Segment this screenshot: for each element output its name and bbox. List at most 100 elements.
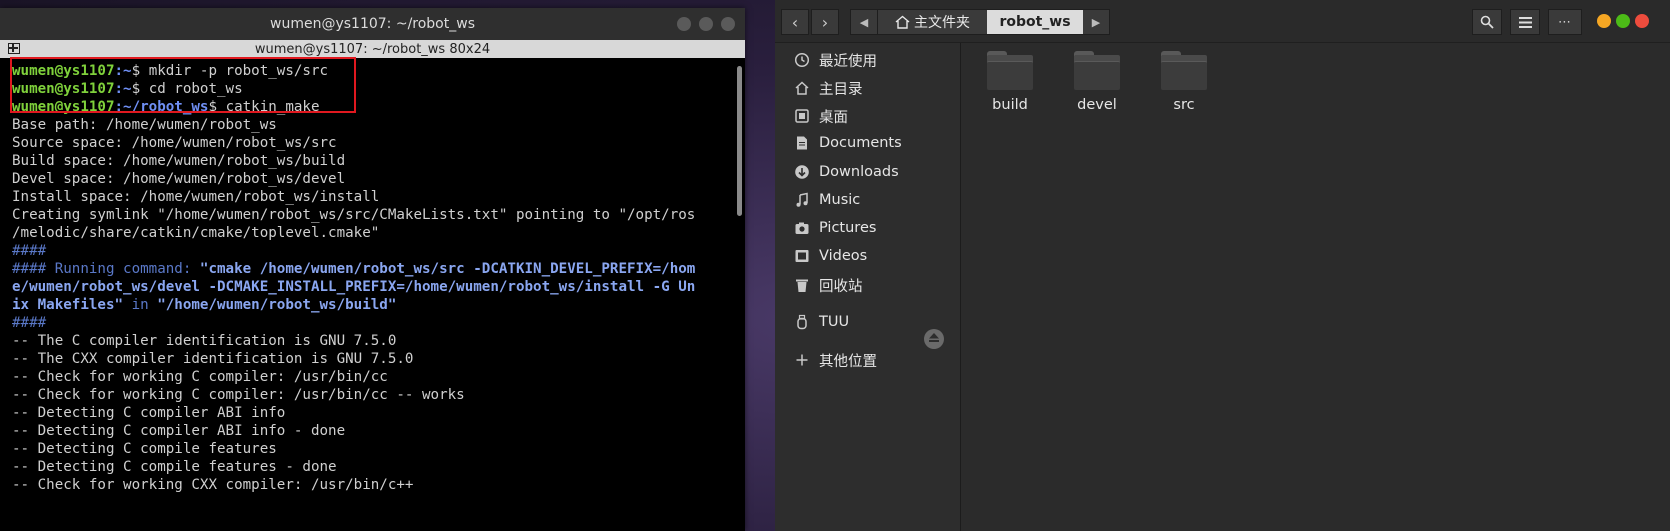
sidebar-item[interactable]: Downloads [793, 160, 899, 184]
folder-item[interactable]: src [1144, 51, 1224, 113]
output-text: -- Detecting C compile features [12, 441, 277, 457]
terminal-line: Base path: /home/wumen/robot_ws [12, 116, 731, 134]
output-text: Install space: /home/wumen/robot_ws/inst… [12, 189, 380, 205]
terminal-line: -- Detecting C compiler ABI info - done [12, 422, 731, 440]
search-icon [1480, 15, 1494, 29]
music-icon [793, 191, 811, 209]
sidebar-item-label: Videos [819, 248, 868, 264]
terminal-window-controls [677, 17, 735, 31]
chevron-left-icon: ‹ [791, 12, 799, 32]
sidebar-item-label: 桌面 [819, 109, 848, 126]
view-list-button[interactable] [1510, 9, 1540, 35]
close-button[interactable] [1635, 14, 1649, 28]
cmake-command-text: ix Makefiles" [12, 297, 124, 313]
output-text: Base path: /home/wumen/robot_ws [12, 117, 277, 133]
terminal-line: Devel space: /home/wumen/robot_ws/devel [12, 170, 731, 188]
terminal-line: ix Makefiles" in "/home/wumen/robot_ws/b… [12, 296, 731, 314]
sidebar-item[interactable]: 桌面 [793, 104, 848, 128]
terminal-line: -- Check for working C compiler: /usr/bi… [12, 368, 731, 386]
path-home-button[interactable]: 主文件夹 [877, 10, 987, 34]
output-text: -- Detecting C compiler ABI info [12, 405, 286, 421]
videos-icon [793, 247, 811, 265]
new-tab-icon[interactable] [8, 43, 20, 54]
sidebar-item[interactable]: 最近使用 [793, 48, 877, 72]
terminal-output[interactable]: wumen@ys1107 :~$ mkdir -p robot_ws/srcwum… [12, 62, 731, 531]
folder-item[interactable]: build [970, 51, 1050, 113]
folder-icon-front [1161, 61, 1207, 90]
terminal-line: -- Check for working C compiler: /usr/bi… [12, 386, 731, 404]
sidebar-item-label: Downloads [819, 164, 899, 180]
sidebar-item[interactable]: 其他位置 [793, 348, 877, 372]
places-sidebar: 最近使用主目录桌面 Documents Downloads Music Pictures… [775, 43, 961, 531]
terminal-line: Source space: /home/wumen/robot_ws/src [12, 134, 731, 152]
sidebar-item[interactable]: 回收站 [793, 273, 863, 297]
cmake-running-label: #### Running command: [12, 261, 200, 277]
sidebar-item[interactable]: Pictures [793, 216, 876, 240]
folder-label: devel [1077, 97, 1117, 113]
chevron-right-icon: › [821, 12, 829, 32]
more-dots-icon: ⋯ [1558, 14, 1572, 30]
prompt-path: :~ [114, 63, 132, 79]
prompt-user: wumen@ys1107 [12, 81, 115, 97]
output-text: -- Check for working C compiler: /usr/bi… [12, 369, 388, 385]
sidebar-item[interactable]: TUU [793, 310, 849, 334]
recent-icon [793, 51, 811, 69]
folder-item[interactable]: devel [1057, 51, 1137, 113]
sidebar-item-label: Music [819, 192, 861, 208]
terminal-line: -- The CXX compiler identification is GN… [12, 350, 731, 368]
terminal-line: -- Detecting C compile features [12, 440, 731, 458]
sidebar-item-label: TUU [819, 314, 850, 330]
sidebar-item[interactable]: 主目录 [793, 76, 863, 100]
cmake-build-dir: "/home/wumen/robot_ws/build" [157, 297, 397, 313]
sidebar-item[interactable]: Videos [793, 244, 867, 268]
prompt-command: catkin_make [225, 99, 320, 115]
terminal-line: /melodic/share/catkin/cmake/toplevel.cma… [12, 224, 731, 242]
home-icon [895, 15, 910, 29]
terminal-line: -- The C compiler identification is GNU … [12, 332, 731, 350]
output-text: Build space: /home/wumen/robot_ws/build [12, 153, 346, 169]
minimize-button[interactable] [1597, 14, 1611, 28]
list-view-icon [1518, 16, 1532, 28]
output-text: -- The CXX compiler identification is GN… [12, 351, 414, 367]
sidebar-item[interactable]: Music [793, 188, 860, 212]
terminal-line: #### [12, 314, 731, 332]
sidebar-item[interactable]: Documents [793, 131, 902, 155]
path-scroll-left-button[interactable]: ◀ [851, 10, 877, 34]
sidebar-item-label: 主目录 [819, 81, 863, 98]
forward-button[interactable]: › [811, 9, 839, 35]
cmake-in-label: in [123, 297, 158, 313]
close-button[interactable] [721, 17, 735, 31]
folder-icon [1074, 51, 1120, 90]
terminal-tab-bar[interactable]: wumen@ys1107: ~/robot_ws 80x24 [0, 40, 745, 58]
plus-icon [793, 351, 811, 369]
prompt-user: wumen@ys1107 [12, 99, 115, 115]
menu-button[interactable]: ⋯ [1548, 9, 1582, 35]
terminal-titlebar[interactable]: wumen@ys1107: ~/robot_ws [0, 8, 745, 40]
back-button[interactable]: ‹ [781, 9, 809, 35]
maximize-button[interactable] [1616, 14, 1630, 28]
sidebar-item-label: Documents [819, 135, 902, 151]
folder-icon-front [1074, 61, 1120, 90]
eject-button[interactable] [924, 329, 944, 349]
prompt-command: mkdir -p robot_ws/src [148, 63, 329, 79]
minimize-button[interactable] [677, 17, 691, 31]
path-home-label: 主文件夹 [914, 15, 970, 31]
terminal-line: Creating symlink "/home/wumen/robot_ws/s… [12, 206, 731, 224]
prompt-symbol: $ [131, 63, 149, 79]
path-scroll-right-button[interactable]: ▶ [1083, 10, 1109, 34]
usb-drive-icon [793, 313, 811, 331]
path-current-button[interactable]: robot_ws [987, 10, 1083, 34]
terminal-scrollbar[interactable] [737, 66, 742, 216]
terminal-line: wumen@ys1107:~/robot_ws$ catkin_make [12, 98, 731, 116]
terminal-window[interactable]: wumen@ys1107: ~/robot_ws wumen@ys1107: ~… [0, 8, 745, 531]
terminal-window-title: wumen@ys1107: ~/robot_ws [270, 16, 475, 32]
folder-icon-front [987, 61, 1033, 90]
folder-contents[interactable]: build devel src [961, 43, 1670, 531]
maximize-button[interactable] [699, 17, 713, 31]
search-button[interactable] [1472, 9, 1502, 35]
cmake-command-text: "cmake /home/wumen/robot_ws/src -DCATKIN… [199, 261, 696, 277]
trash-icon [793, 276, 811, 294]
cmake-separator: #### [12, 315, 47, 331]
file-manager-window[interactable]: ‹ › ◀ 主文件夹 robot_ws ▶ ⋯ 最近使用主目录桌面 Documen… [775, 0, 1670, 531]
folder-label: src [1173, 97, 1195, 113]
